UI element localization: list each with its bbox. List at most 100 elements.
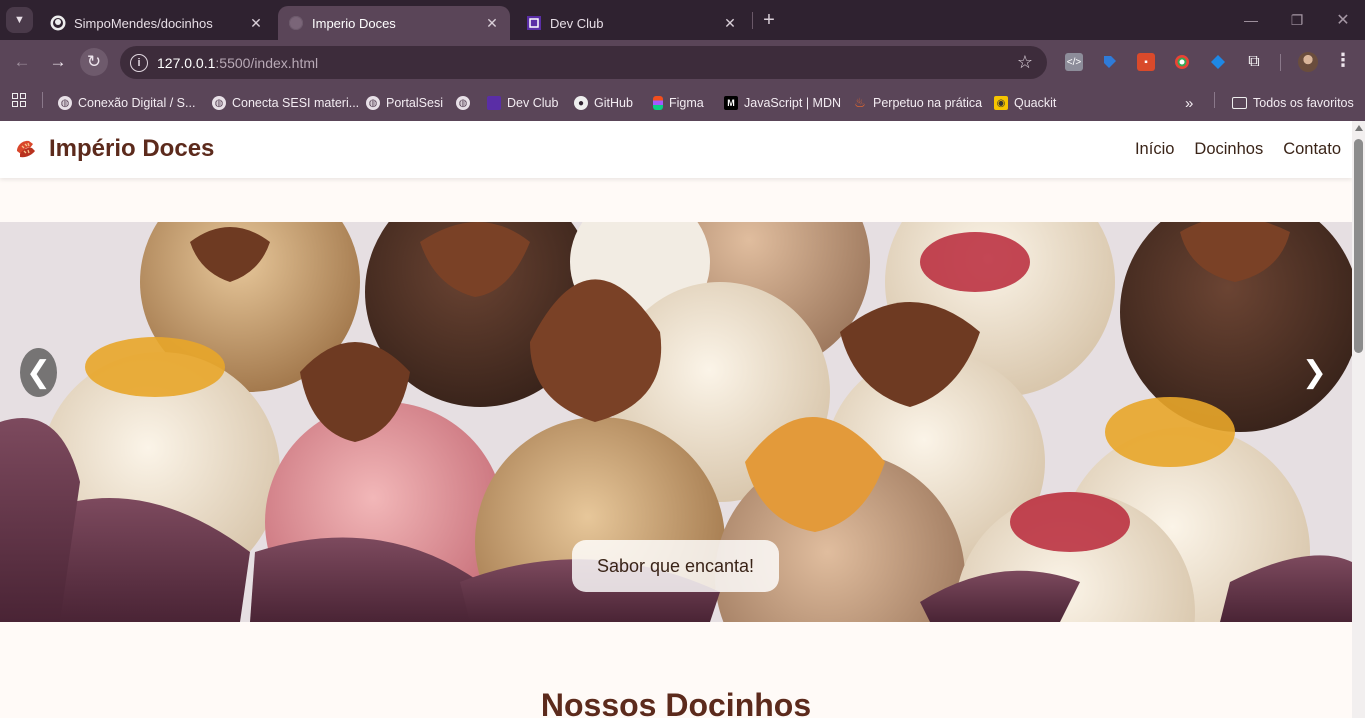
bookmark-figma[interactable]: Figma	[653, 92, 704, 114]
new-tab-button[interactable]: +	[758, 9, 780, 31]
minimize-button[interactable]: —	[1228, 0, 1274, 40]
scroll-up-icon[interactable]	[1355, 125, 1363, 131]
restore-icon: ❐	[1290, 11, 1304, 28]
apps-grid-icon[interactable]	[12, 93, 26, 107]
chevron-right-icon: ❯	[1301, 356, 1328, 389]
tab-github[interactable]: SimpoMendes/docinhos ✕	[40, 6, 274, 40]
all-favorites-folder[interactable]: Todos os favoritos	[1232, 92, 1354, 114]
screenshot-extension-icon[interactable]: ▪	[1137, 53, 1155, 71]
bookmark-github[interactable]: ● GitHub	[574, 92, 633, 114]
quackit-icon: ◉	[994, 96, 1008, 110]
nav-link-contato[interactable]: Contato	[1283, 140, 1341, 159]
mdn-icon: M	[724, 96, 738, 110]
bookmark-star-icon[interactable]: ☆	[1017, 52, 1033, 73]
globe-icon	[288, 15, 304, 31]
folder-icon	[1232, 97, 1247, 109]
url-host: 127.0.0.1	[157, 54, 216, 71]
more-bookmarks-button[interactable]: »	[1185, 92, 1193, 114]
scroll-thumb[interactable]	[1354, 139, 1363, 353]
tab-title: Imperio Doces	[312, 15, 396, 31]
github-icon: ●	[574, 96, 588, 110]
bookmark-label: Perpetuo na prática	[873, 96, 983, 110]
tab-dev-club[interactable]: Dev Club ✕	[516, 6, 748, 40]
main-nav: Início Docinhos Contato	[1135, 140, 1341, 159]
tab-title: SimpoMendes/docinhos	[74, 15, 213, 31]
candy-icon	[14, 136, 40, 162]
bookmark-label: PortalSesi	[386, 96, 443, 110]
site-info-icon[interactable]: i	[130, 53, 148, 72]
brand[interactable]: Império Doces	[14, 135, 214, 163]
hero-carousel: ❮ ❯ Sabor que encanta!	[0, 222, 1352, 622]
section-title: Nossos Docinhos	[540, 687, 812, 718]
close-icon: ✕	[1336, 12, 1350, 29]
nav-link-inicio[interactable]: Início	[1135, 140, 1174, 159]
bookmark-label: Figma	[669, 96, 704, 110]
page-scrollbar[interactable]	[1352, 121, 1365, 718]
color-extension-icon[interactable]	[1173, 53, 1191, 71]
extensions-puzzle-icon[interactable]: ⧉	[1245, 53, 1263, 71]
reload-button[interactable]: ↻	[80, 48, 108, 76]
plus-icon: +	[763, 8, 775, 31]
devclub-icon	[487, 96, 501, 110]
arrow-left-icon: ←	[13, 52, 31, 71]
tab-strip: ▼ SimpoMendes/docinhos ✕ Imperio Doces ✕…	[0, 0, 1365, 40]
tab-search-button[interactable]: ▼	[6, 7, 33, 33]
globe-icon: ◍	[456, 96, 470, 110]
close-window-button[interactable]: ✕	[1320, 0, 1365, 40]
minimize-icon: —	[1244, 12, 1258, 28]
bookmark-mdn[interactable]: M JavaScript | MDN	[724, 92, 841, 114]
code-extension-icon[interactable]: </>	[1065, 53, 1083, 71]
close-icon[interactable]: ✕	[484, 15, 500, 31]
tag-extension-icon[interactable]	[1101, 53, 1119, 71]
bookmark-portalsesi[interactable]: ◍ PortalSesi	[366, 92, 443, 114]
globe-icon: ◍	[366, 96, 380, 110]
maximize-button[interactable]: ❐	[1274, 0, 1320, 40]
tab-title: Dev Club	[550, 15, 604, 31]
bookmark-label: Conecta SESI materi...	[232, 96, 360, 110]
globe-icon: ◍	[58, 96, 72, 110]
site-header: Império Doces Início Docinhos Contato	[0, 121, 1352, 178]
nav-link-docinhos[interactable]: Docinhos	[1194, 140, 1263, 159]
close-icon[interactable]: ✕	[722, 15, 738, 31]
reload-icon: ↻	[86, 52, 102, 71]
page-viewport: Império Doces Início Docinhos Contato ❮ …	[0, 121, 1365, 718]
all-favorites-label: Todos os favoritos	[1253, 96, 1354, 110]
tab-imperio-doces[interactable]: Imperio Doces ✕	[278, 6, 510, 40]
kebab-menu-icon[interactable]: ⋮	[1334, 50, 1352, 71]
bookmark-untitled[interactable]: ◍	[456, 92, 476, 114]
profile-avatar[interactable]	[1298, 52, 1318, 72]
arrow-right-icon: →	[49, 52, 67, 71]
figma-icon	[653, 96, 663, 110]
close-icon[interactable]: ✕	[248, 15, 264, 31]
bookmark-label: JavaScript | MDN	[744, 96, 842, 110]
bookmarks-separator	[42, 92, 43, 108]
carousel-caption: Sabor que encanta!	[572, 540, 779, 592]
bookmark-perpetuo[interactable]: ♨ Perpetuo na prática	[853, 92, 982, 114]
bookmark-quackit[interactable]: ◉ Quackit	[994, 92, 1056, 114]
double-chevron-icon: »	[1185, 94, 1194, 112]
bookmark-dev-club[interactable]: Dev Club	[487, 92, 558, 114]
github-icon	[50, 15, 66, 31]
diamond-extension-icon[interactable]	[1209, 53, 1227, 71]
url-text[interactable]: 127.0.0.1:5500/index.html	[157, 55, 318, 71]
bookmark-label: GitHub	[594, 96, 633, 110]
bookmark-label: Quackit	[1014, 96, 1057, 110]
chevron-left-icon: ❮	[25, 356, 52, 389]
tab-separator	[752, 12, 753, 29]
bookmarks-separator	[1214, 92, 1215, 108]
forward-button[interactable]: →	[44, 48, 72, 76]
flame-icon: ♨	[854, 95, 866, 110]
brand-name: Império Doces	[49, 135, 215, 162]
devclub-icon	[526, 15, 542, 31]
url-path: :5500/index.html	[215, 54, 319, 71]
bookmark-conexao-digital[interactable]: ◍ Conexão Digital / S...	[58, 92, 195, 114]
back-button[interactable]: ←	[8, 48, 36, 76]
chevron-down-icon: ▼	[14, 14, 25, 26]
address-bar[interactable]: i 127.0.0.1:5500/index.html ☆	[120, 46, 1047, 79]
bookmark-label: Dev Club	[507, 96, 559, 110]
bookmark-conecta-sesi[interactable]: ◍ Conecta SESI materi...	[212, 92, 359, 114]
carousel-prev-button[interactable]: ❮	[20, 348, 57, 397]
browser-toolbar: ← → ↻ i 127.0.0.1:5500/index.html ☆ </> …	[0, 40, 1365, 85]
globe-icon: ◍	[212, 96, 226, 110]
carousel-next-button[interactable]: ❯	[1296, 348, 1333, 397]
